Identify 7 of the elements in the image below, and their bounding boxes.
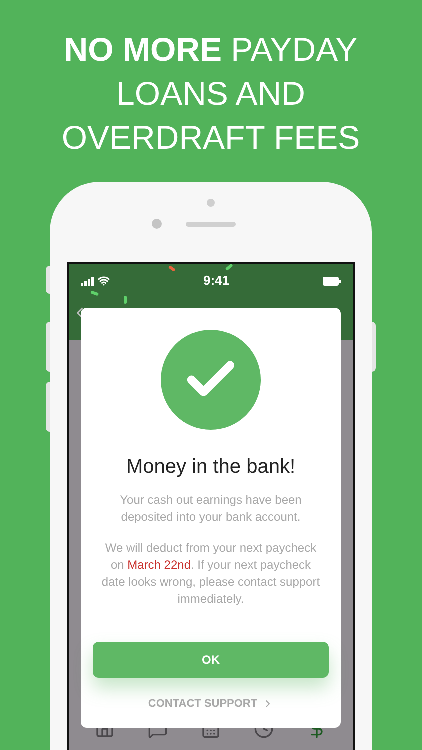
headline: NO MORE PAYDAY LOANS AND OVERDRAFT FEES (60, 30, 362, 158)
ok-button[interactable]: OK (93, 642, 329, 678)
status-time: 9:41 (203, 272, 230, 290)
contact-support-link[interactable]: CONTACT SUPPORT (148, 696, 274, 712)
dialog-title: Money in the bank! (126, 455, 296, 480)
dialog-message: Your cash out earnings have been deposited into your bank account. (119, 492, 303, 526)
dialog-notice: We will deduct from your next paycheck on March 22nd. If your next paycheck date looks wrong, please contact support immediately. (100, 540, 322, 608)
